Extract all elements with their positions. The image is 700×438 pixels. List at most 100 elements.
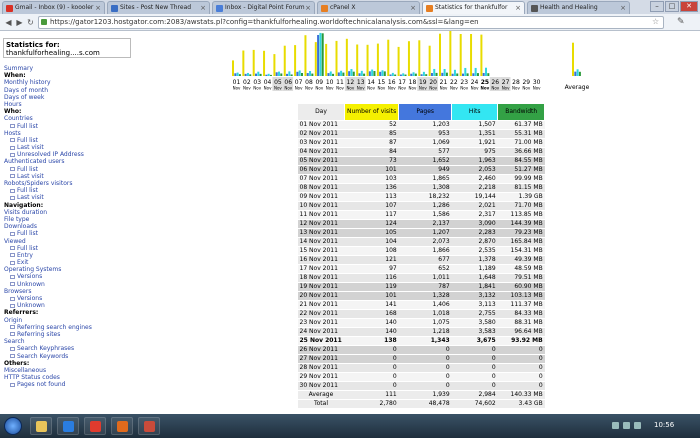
table-cell: 975 [451, 147, 498, 157]
header-pages: Pages [398, 103, 453, 121]
menu-link[interactable]: Hours [4, 101, 128, 108]
explorer-icon[interactable] [30, 417, 52, 435]
table-cell: 71.00 MB [497, 138, 545, 148]
browser-tab[interactable]: Gmail - Inbox (9) - koooler × [2, 1, 105, 14]
histogram-month-label: Nov [357, 86, 365, 91]
histogram-month-label: Nov [491, 86, 499, 91]
menu-item-text: Visits duration [4, 208, 48, 216]
menu-link[interactable]: Full list [4, 245, 128, 252]
table-cell: 1,218 [398, 327, 452, 337]
menu-link[interactable]: Origin [4, 317, 128, 324]
minimize-button[interactable]: – [650, 1, 664, 12]
menu-link[interactable]: Viewed [4, 238, 128, 245]
menu-link[interactable]: Pages not found [4, 381, 128, 388]
wrench-menu-icon[interactable]: ✎ [677, 17, 685, 27]
menu-link[interactable]: Full list [4, 137, 128, 144]
browser-tab[interactable]: Sites - Post New Thread × [107, 1, 210, 14]
menu-link[interactable]: Last visit [4, 173, 128, 180]
menu-link[interactable]: File type [4, 216, 128, 223]
menu-link[interactable]: Operating Systems [4, 266, 128, 273]
network-icon[interactable] [623, 422, 630, 429]
menu-link[interactable]: Unknown [4, 281, 128, 288]
table-cell: 3,132 [451, 291, 498, 301]
volume-icon[interactable] [612, 422, 619, 429]
menu-link[interactable]: Monthly history [4, 79, 128, 86]
table-row: Total 2,780 48,478 74,602 3.43 GB [297, 399, 545, 409]
histogram-bar [443, 68, 446, 76]
menu-link[interactable]: Visits duration [4, 209, 128, 216]
menu-link[interactable]: Exit [4, 259, 128, 266]
menu-link[interactable]: Miscellaneous [4, 367, 128, 374]
lock-icon [41, 19, 47, 25]
table-row: 13 Nov 2011 105 1,207 2,283 79.23 MB [297, 228, 545, 238]
histogram-bar [283, 45, 286, 76]
tab-favicon-icon [426, 5, 433, 12]
table-cell: 0 [451, 381, 498, 391]
menu-link[interactable]: Full list [4, 166, 128, 173]
menu-link[interactable]: Days of week [4, 94, 128, 101]
menu-link[interactable]: HTTP Status codes [4, 374, 128, 381]
menu-link[interactable]: Referring sites [4, 331, 128, 338]
chrome-icon[interactable] [84, 417, 106, 435]
address-bar[interactable]: https://gator1203.hostgator.com:2083/aws… [38, 16, 664, 29]
back-button[interactable]: ◀ [3, 17, 14, 28]
firefox-icon[interactable] [111, 417, 133, 435]
tab-favicon-icon [531, 5, 538, 12]
menu-link[interactable]: Full list [4, 230, 128, 237]
media-player-icon[interactable] [57, 417, 79, 435]
histogram-bar [329, 71, 332, 76]
menu-link[interactable]: Hosts [4, 130, 128, 137]
menu-link[interactable]: Browsers [4, 288, 128, 295]
menu-link[interactable]: Countries [4, 115, 128, 122]
awstats-menu: Statistics for: thankfulforhealing....s.… [0, 31, 131, 414]
menu-link[interactable]: Last visit [4, 144, 128, 151]
tree-branch-icon [10, 174, 15, 179]
table-cell: 07 Nov 2011 [297, 174, 345, 184]
menu-link[interactable]: Referring search engines [4, 324, 128, 331]
table-cell: 677 [398, 255, 452, 265]
menu-link[interactable]: Downloads [4, 223, 128, 230]
forward-button[interactable]: ▶ [14, 17, 25, 28]
menu-link[interactable]: Last visit [4, 194, 128, 201]
histogram-bar [360, 70, 363, 76]
histogram-bar [352, 71, 355, 76]
browser-tab[interactable]: Health and Healing × [527, 1, 630, 14]
tab-close-icon[interactable]: × [410, 2, 416, 14]
menu-link[interactable]: Robots/Spiders visitors [4, 180, 128, 187]
menu-link[interactable]: Full list [4, 187, 128, 194]
menu-link[interactable]: Summary [4, 65, 128, 72]
menu-item-text: Unknown [17, 302, 45, 310]
tab-close-icon[interactable]: × [95, 2, 101, 14]
reload-button[interactable]: ↻ [25, 17, 36, 28]
menu-link[interactable]: Search Keyphrases [4, 345, 128, 352]
tree-branch-icon [10, 346, 15, 351]
table-row: 14 Nov 2011 104 2,073 2,870 165.84 MB [297, 237, 545, 247]
menu-link[interactable]: Days of month [4, 87, 128, 94]
tab-close-icon[interactable]: × [200, 2, 206, 14]
menu-link[interactable]: Authenticated users [4, 158, 128, 165]
menu-link[interactable]: Unknown [4, 302, 128, 309]
table-cell: 23 Nov 2011 [297, 318, 345, 328]
maximize-button[interactable]: □ [665, 1, 679, 12]
menu-link[interactable]: Full list [4, 123, 128, 130]
start-button[interactable] [4, 417, 22, 435]
menu-link[interactable]: Search Keywords [4, 353, 128, 360]
browser-tab[interactable]: cPanel X × [317, 1, 420, 14]
taskbar: 10:56 [0, 414, 700, 438]
histogram-month-label: Nov [326, 86, 334, 91]
browser-tab[interactable]: Inbox - Digital Point Forum × [212, 1, 315, 14]
menu-link[interactable]: Search [4, 338, 128, 345]
browser-tab[interactable]: Statistics for thankfulfor × [422, 1, 525, 14]
menu-link[interactable]: Entry [4, 252, 128, 259]
tab-close-icon[interactable]: × [305, 2, 311, 14]
tab-close-icon[interactable]: × [620, 2, 626, 14]
close-window-button[interactable]: ✕ [680, 1, 698, 12]
flag-icon[interactable] [634, 422, 641, 429]
tab-close-icon[interactable]: × [515, 2, 521, 14]
menu-link[interactable]: Versions [4, 273, 128, 280]
bookmark-star-icon[interactable]: ☆ [652, 17, 659, 26]
menu-link[interactable]: Unresolved IP Address [4, 151, 128, 158]
app-icon[interactable] [138, 417, 160, 435]
tree-branch-icon [10, 231, 15, 236]
menu-link[interactable]: Versions [4, 295, 128, 302]
